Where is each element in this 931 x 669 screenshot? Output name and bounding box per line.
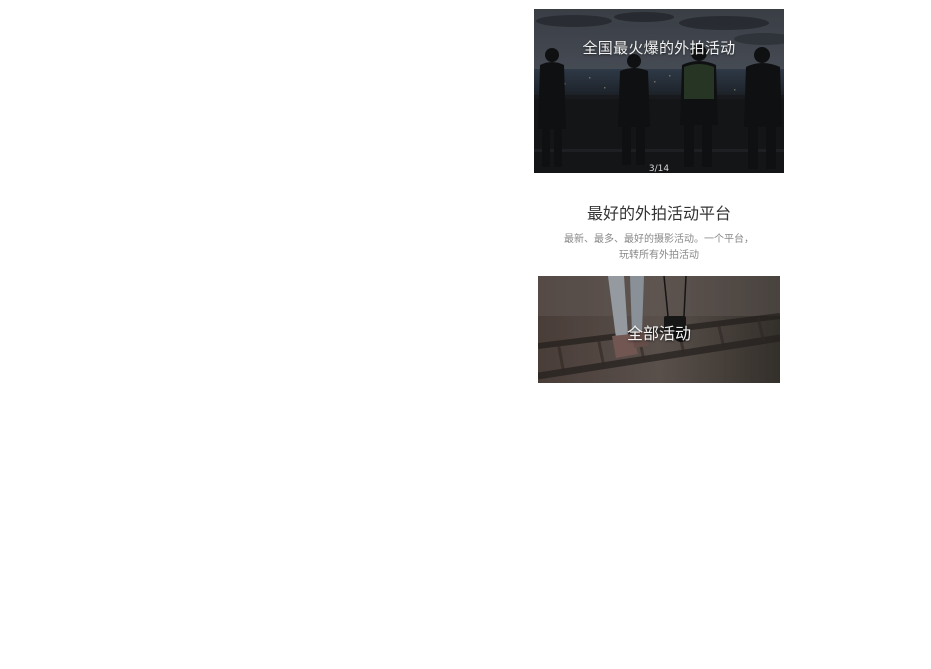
page-title: 最好的外拍活动平台 (586, 204, 731, 223)
intro-subtitle: 最新、最多、最好的摄影活动。一个平台， 玩转所有外拍活动 (534, 232, 784, 264)
all-activities-card[interactable]: 全部活动 (538, 276, 780, 383)
banner-carousel[interactable]: 全国最火爆的外拍活动 3/14 (534, 9, 784, 173)
all-activities-label: 全部活动 (626, 324, 691, 343)
slide-counter: 3/14 (648, 164, 670, 173)
page: 全国最火爆的外拍活动 3/14 最好的外拍活动平台 最新、最多、最好的摄影活动。… (0, 0, 931, 669)
banner-title: 全国最火爆的外拍活动 (582, 39, 736, 57)
banner-image (534, 9, 784, 173)
intro-subtitle-line-2: 玩转所有外拍活动 (619, 250, 699, 261)
intro-subtitle-line-1: 最新、最多、最好的摄影活动。一个平台， (564, 234, 754, 245)
